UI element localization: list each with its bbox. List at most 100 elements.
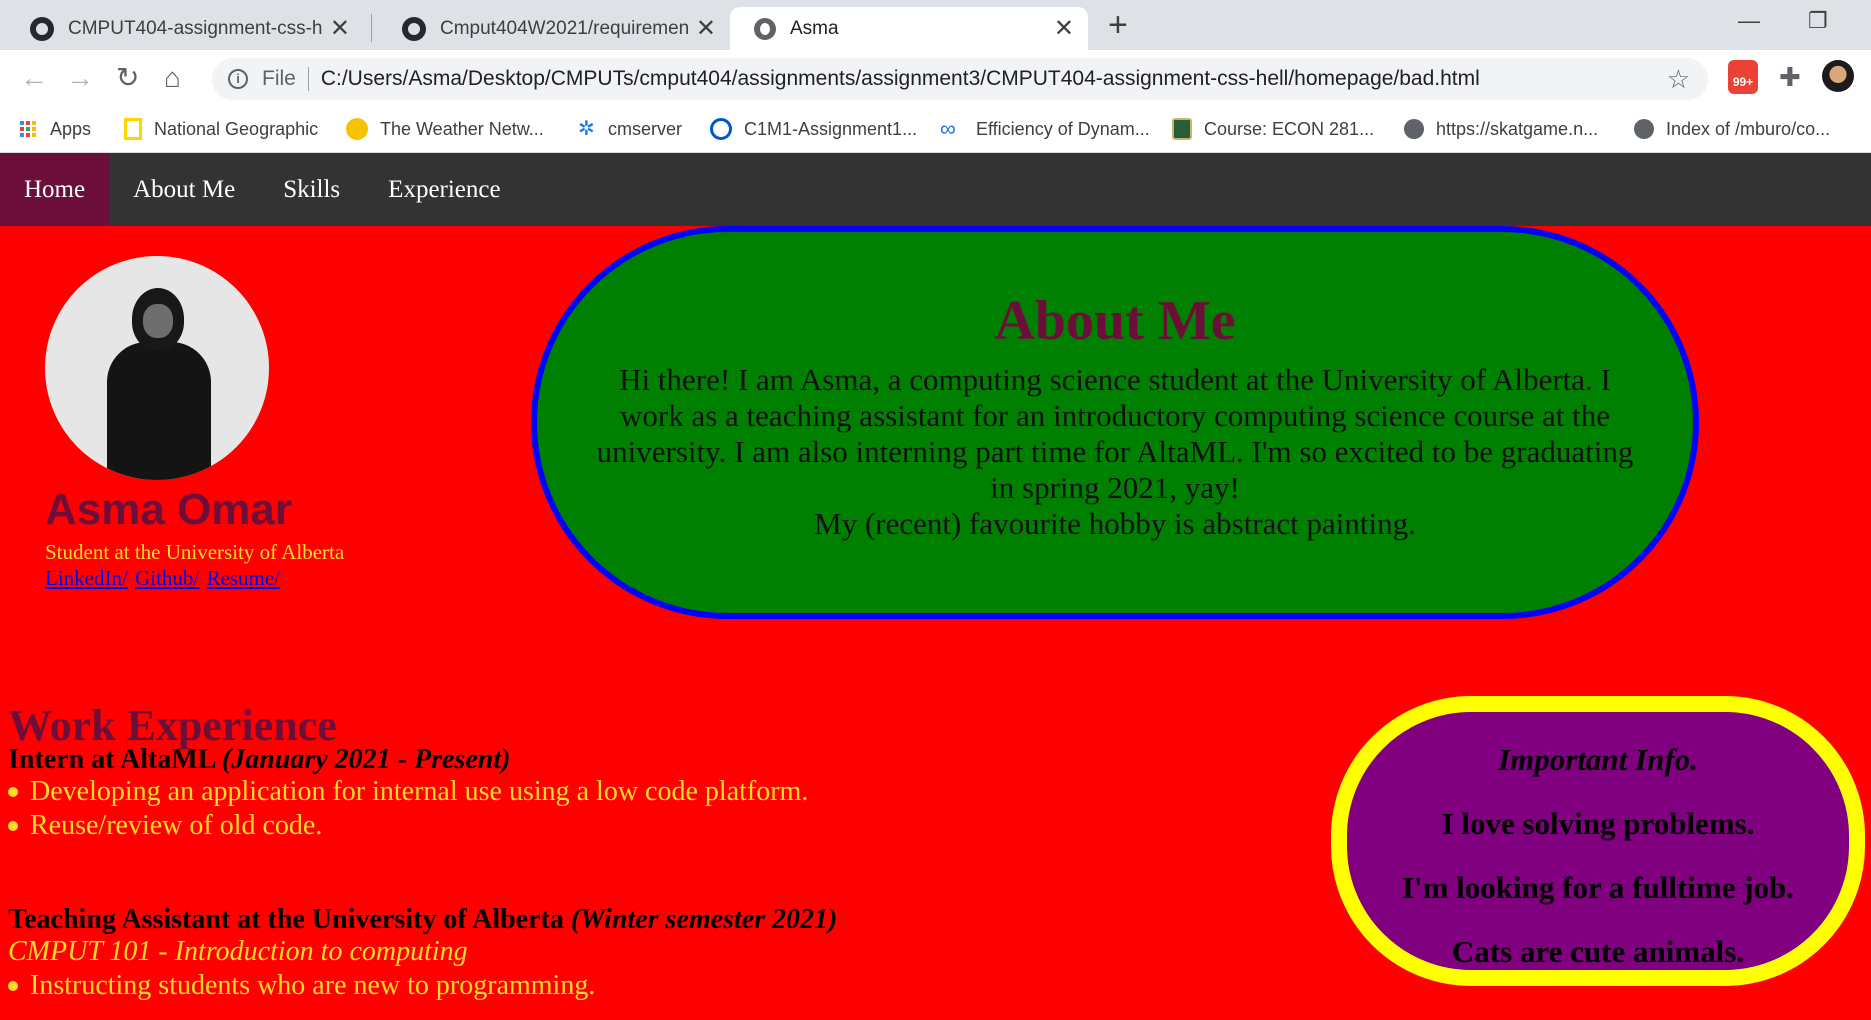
- extension-badge[interactable]: 99+: [1728, 60, 1758, 94]
- bookmark-label: cmserver: [608, 118, 683, 139]
- natgeo-icon: [124, 118, 142, 140]
- link-icon: ∞: [940, 116, 956, 141]
- tab-divider: [371, 14, 372, 42]
- bookmarks-bar: Apps National Geographic The Weather Net…: [0, 108, 1871, 153]
- job-role: Intern at AltaML: [8, 744, 215, 775]
- about-me-panel: About Me Hi there! I am Asma, a computin…: [531, 226, 1699, 619]
- photo-figure-body: [107, 342, 211, 480]
- browser-tab-strip: CMPUT404-assignment-css-hell/ ✕ Cmput404…: [0, 0, 1871, 50]
- badge-count: 99+: [1732, 75, 1754, 89]
- spinner-icon: ✲: [578, 118, 595, 140]
- resume-link[interactable]: Resume/: [206, 566, 280, 590]
- coursera-icon: [710, 118, 732, 140]
- bookmark-label: Apps: [50, 118, 92, 139]
- nav-experience[interactable]: Experience: [364, 153, 524, 226]
- job-heading-ta: Teaching Assistant at the University of …: [8, 904, 837, 936]
- profile-avatar[interactable]: [1822, 60, 1854, 92]
- reload-icon[interactable]: ↻: [116, 62, 139, 94]
- url-text[interactable]: C:/Users/Asma/Desktop/CMPUTs/cmput404/as…: [321, 67, 1480, 91]
- bookmark-label: Course: ECON 281...: [1204, 118, 1375, 139]
- nav-skills[interactable]: Skills: [259, 153, 364, 226]
- bookmark-star-icon[interactable]: ☆: [1667, 64, 1690, 95]
- github-icon: [402, 16, 426, 41]
- about-hobby: My (recent) favourite hobby is abstract …: [814, 506, 1416, 541]
- apps-icon: [20, 121, 36, 137]
- forward-icon[interactable]: →: [66, 62, 94, 94]
- bookmark-label: Index of /mburo/co...: [1666, 118, 1831, 139]
- photo-figure-face: [143, 304, 173, 338]
- tab-title: Asma: [790, 17, 839, 39]
- profile-name: Asma Omar: [45, 485, 293, 534]
- browser-tab-requirements[interactable]: Cmput404W2021/requirements.t ✕: [378, 7, 730, 50]
- important-info-panel: Important Info. I love solving problems.…: [1331, 696, 1865, 986]
- list-item: Developing an application for internal u…: [8, 776, 808, 808]
- address-bar[interactable]: i File C:/Users/Asma/Desktop/CMPUTs/cmpu…: [212, 58, 1708, 100]
- globe-icon: [1404, 119, 1424, 139]
- ualberta-icon: [1172, 118, 1192, 140]
- bullet-dot: [8, 787, 18, 797]
- bookmark-efficiency[interactable]: ∞ Efficiency of Dynam...: [940, 114, 1150, 144]
- job-period: (January 2021 - Present): [221, 744, 511, 775]
- bookmark-cmserver[interactable]: ✲ cmserver: [578, 114, 682, 144]
- browser-toolbar: ← → ↻ ⌂ i File C:/Users/Asma/Desktop/CMP…: [0, 50, 1871, 108]
- back-icon[interactable]: ←: [20, 62, 48, 94]
- bookmark-national-geographic[interactable]: National Geographic: [124, 114, 318, 144]
- globe-icon: [1634, 119, 1654, 139]
- browser-tab-asma[interactable]: Asma ✕: [730, 7, 1088, 50]
- bookmark-label: National Geographic: [154, 118, 319, 139]
- bookmark-apps[interactable]: Apps: [20, 114, 91, 144]
- minimize-icon[interactable]: —: [1738, 8, 1760, 34]
- bullet-text: Developing an application for internal u…: [30, 776, 809, 807]
- weather-icon: [346, 118, 368, 140]
- profile-links: LinkedIn/ Github/ Resume/: [45, 566, 282, 591]
- bookmark-label: The Weather Netw...: [380, 118, 544, 139]
- nav-home[interactable]: Home: [0, 153, 110, 226]
- bookmark-index-mburo[interactable]: Index of /mburo/co...: [1634, 114, 1830, 144]
- home-icon[interactable]: ⌂: [164, 62, 181, 94]
- github-icon: [30, 16, 54, 41]
- globe-icon: [754, 17, 776, 40]
- job-role: Teaching Assistant at the University of …: [8, 904, 564, 935]
- list-item: Instructing students who are new to prog…: [8, 970, 595, 1002]
- job-period: (Winter semester 2021): [570, 904, 838, 935]
- bullet-text: Instructing students who are new to prog…: [30, 970, 596, 1001]
- close-icon[interactable]: ✕: [696, 14, 716, 43]
- list-item: Reuse/review of old code.: [8, 810, 322, 842]
- job-heading-altaml: Intern at AltaML (January 2021 - Present…: [8, 744, 510, 776]
- bookmark-weather-network[interactable]: The Weather Netw...: [346, 114, 544, 144]
- github-link[interactable]: Github/: [135, 566, 199, 590]
- bullet-dot: [8, 981, 18, 991]
- divider: [307, 67, 309, 91]
- bullet-text: Reuse/review of old code.: [30, 810, 323, 841]
- close-icon[interactable]: ✕: [1054, 14, 1074, 43]
- info-item: Cats are cute animals.: [1451, 934, 1745, 969]
- about-title: About Me: [994, 290, 1236, 352]
- about-paragraph: Hi there! I am Asma, a computing science…: [596, 362, 1634, 505]
- linkedin-link[interactable]: LinkedIn/: [45, 566, 128, 590]
- bookmark-label: https://skatgame.n...: [1436, 118, 1599, 139]
- tab-title: CMPUT404-assignment-css-hell/: [68, 17, 322, 39]
- bookmark-econ-course[interactable]: Course: ECON 281...: [1172, 114, 1374, 144]
- profile-subtitle: Student at the University of Alberta: [45, 540, 345, 564]
- info-title: Important Info.: [1498, 742, 1698, 777]
- restore-icon[interactable]: ❐: [1808, 8, 1828, 34]
- new-tab-icon[interactable]: +: [1108, 8, 1128, 42]
- close-icon[interactable]: ✕: [330, 14, 350, 43]
- site-navbar: Home About Me Skills Experience: [0, 153, 1871, 226]
- bookmark-label: Efficiency of Dynam...: [976, 118, 1150, 139]
- bookmark-skatgame[interactable]: https://skatgame.n...: [1404, 114, 1598, 144]
- info-item: I'm looking for a fulltime job.: [1401, 870, 1795, 905]
- browser-tab-css-hell[interactable]: CMPUT404-assignment-css-hell/ ✕: [6, 7, 364, 50]
- about-text: Hi there! I am Asma, a computing science…: [585, 362, 1645, 542]
- bullet-dot: [8, 821, 18, 831]
- bookmark-label: C1M1-Assignment1...: [744, 118, 918, 139]
- nav-about-me[interactable]: About Me: [109, 153, 259, 226]
- url-scheme: File: [262, 67, 296, 90]
- info-item: I love solving problems.: [1441, 806, 1755, 841]
- profile-photo: [45, 256, 269, 480]
- info-icon[interactable]: i: [228, 69, 248, 89]
- job-course: CMPUT 101 - Introduction to computing: [8, 936, 468, 967]
- extensions-puzzle-icon[interactable]: ✚: [1779, 62, 1801, 93]
- bookmark-c1m1-assignment[interactable]: C1M1-Assignment1...: [710, 114, 917, 144]
- tab-title: Cmput404W2021/requirements.t: [440, 17, 688, 39]
